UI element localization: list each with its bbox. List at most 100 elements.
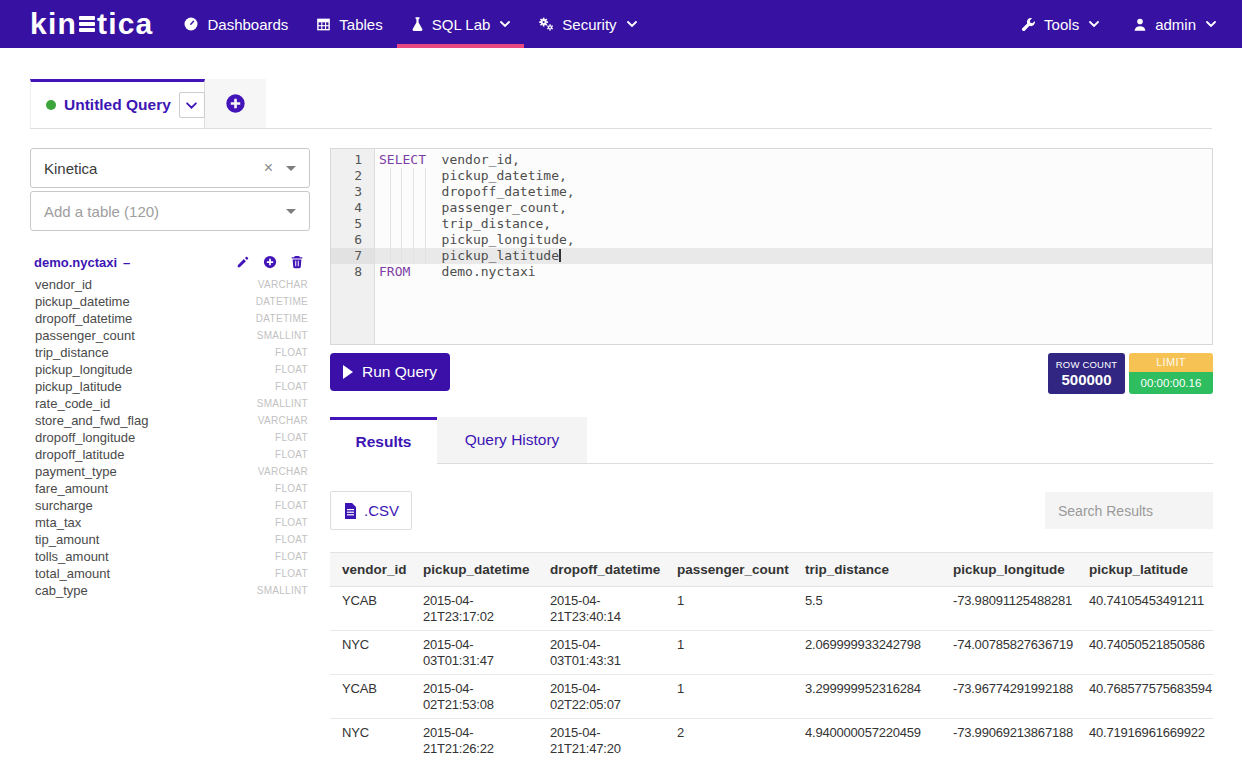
nav-menu: Dashboards Tables SQL Lab Security bbox=[169, 0, 650, 48]
line-number: 2 bbox=[331, 168, 374, 184]
schema-column[interactable]: rate_code_idSMALLINT bbox=[30, 395, 310, 412]
tab-results[interactable]: Results bbox=[330, 417, 437, 464]
export-csv-button[interactable]: .CSV bbox=[330, 491, 412, 530]
table-row[interactable]: YCAB2015-04-02T21:53:082015-04-02T22:05:… bbox=[330, 675, 1213, 719]
results-column-header[interactable]: pickup_latitude bbox=[1077, 553, 1213, 587]
chevron-down-icon bbox=[1206, 21, 1216, 27]
results-column-header[interactable]: pickup_longitude bbox=[941, 553, 1077, 587]
sql-keyword: FROM bbox=[379, 264, 442, 280]
nav-item-security[interactable]: Security bbox=[524, 0, 650, 48]
schema-column[interactable]: mta_taxFLOAT bbox=[30, 514, 310, 531]
text-cursor bbox=[559, 249, 561, 262]
schema-column[interactable]: trip_distanceFLOAT bbox=[30, 344, 310, 361]
nav-item-sql-lab[interactable]: SQL Lab bbox=[397, 0, 525, 48]
line-number: 4 bbox=[331, 200, 374, 216]
trash-icon[interactable] bbox=[290, 255, 304, 269]
table-row[interactable]: NYC2015-04-03T01:31:472015-04-03T01:43:3… bbox=[330, 631, 1213, 675]
results-table: vendor_idpickup_datetimedropoff_datetime… bbox=[330, 552, 1213, 760]
indent-guides bbox=[379, 200, 429, 216]
line-number: 1 bbox=[331, 152, 374, 168]
schema-column[interactable]: surchargeFLOAT bbox=[30, 497, 310, 514]
schema-table-name[interactable]: demo.nyctaxi bbox=[34, 255, 117, 270]
results-column-header[interactable]: trip_distance bbox=[793, 553, 941, 587]
editor-line[interactable]: pickup_longitude, bbox=[375, 232, 1212, 248]
schema-column-list: vendor_idVARCHARpickup_datetimeDATETIMEd… bbox=[30, 276, 310, 599]
indent-guides bbox=[379, 168, 429, 184]
schema-column[interactable]: tolls_amountFLOAT bbox=[30, 548, 310, 565]
dropdown-arrow-icon bbox=[286, 209, 296, 214]
document-icon bbox=[343, 503, 357, 519]
limit-badge: LIMIT 00:00:00.16 bbox=[1129, 353, 1213, 394]
schema-column[interactable]: tip_amountFLOAT bbox=[30, 531, 310, 548]
schema-column[interactable]: fare_amountFLOAT bbox=[30, 480, 310, 497]
tab-menu-button[interactable] bbox=[179, 92, 205, 118]
logo-equals-icon bbox=[79, 13, 95, 35]
editor-line[interactable]: trip_distance, bbox=[375, 216, 1212, 232]
run-query-button[interactable]: Run Query bbox=[330, 353, 450, 391]
schema-column[interactable]: cab_typeSMALLINT bbox=[30, 582, 310, 599]
add-circle-icon[interactable] bbox=[263, 255, 277, 269]
editor-gutter: 12345678 bbox=[331, 149, 375, 344]
chevron-down-icon bbox=[627, 21, 637, 27]
edit-pencil-icon[interactable] bbox=[236, 255, 250, 269]
results-header-row: vendor_idpickup_datetimedropoff_datetime… bbox=[330, 553, 1213, 587]
editor-line[interactable]: FROMdemo.nyctaxi bbox=[375, 264, 1212, 280]
table-icon bbox=[316, 17, 331, 32]
nav-item-tools[interactable]: Tools bbox=[1021, 16, 1099, 33]
schema-column[interactable]: pickup_datetimeDATETIME bbox=[30, 293, 310, 310]
schema-column[interactable]: payment_typeVARCHAR bbox=[30, 463, 310, 480]
result-tabs: Results Query History bbox=[330, 417, 1213, 464]
sql-text: pickup_datetime, bbox=[442, 168, 567, 183]
nav-item-dashboards[interactable]: Dashboards bbox=[169, 0, 302, 48]
schema-column[interactable]: total_amountFLOAT bbox=[30, 565, 310, 582]
sql-keyword: SELECT bbox=[379, 152, 442, 168]
indent-guides bbox=[379, 216, 429, 232]
schema-column[interactable]: passenger_countSMALLINT bbox=[30, 327, 310, 344]
schema-column[interactable]: dropoff_datetimeDATETIME bbox=[30, 310, 310, 327]
results-column-header[interactable]: passenger_count bbox=[665, 553, 793, 587]
schema-column[interactable]: pickup_latitudeFLOAT bbox=[30, 378, 310, 395]
search-results-input[interactable] bbox=[1045, 492, 1213, 529]
new-query-tab-button[interactable] bbox=[205, 79, 266, 128]
kinetica-logo[interactable]: kintica bbox=[30, 7, 153, 41]
editor-line[interactable]: dropoff_datetime, bbox=[375, 184, 1212, 200]
editor-line[interactable]: pickup_latitude bbox=[375, 248, 1212, 264]
schema-column[interactable]: store_and_fwd_flagVARCHAR bbox=[30, 412, 310, 429]
results-column-header[interactable]: pickup_datetime bbox=[411, 553, 538, 587]
sql-editor[interactable]: 12345678 SELECTvendor_id,pickup_datetime… bbox=[330, 148, 1213, 345]
table-row[interactable]: NYC2015-04-21T21:26:222015-04-21T21:47:2… bbox=[330, 719, 1213, 760]
collapse-toggle[interactable]: – bbox=[123, 255, 130, 270]
query-tab-untitled[interactable]: Untitled Query bbox=[30, 79, 205, 128]
datasource-select[interactable]: Kinetica × bbox=[30, 148, 310, 188]
sql-text: pickup_longitude, bbox=[442, 232, 575, 247]
add-table-select[interactable]: Add a table (120) bbox=[30, 191, 310, 231]
unsaved-dot-icon bbox=[46, 100, 56, 110]
table-row[interactable]: YCAB2015-04-21T23:17:022015-04-21T23:40:… bbox=[330, 587, 1213, 631]
schema-column[interactable]: dropoff_longitudeFLOAT bbox=[30, 429, 310, 446]
indent-guides bbox=[379, 232, 429, 248]
editor-line[interactable]: pickup_datetime, bbox=[375, 168, 1212, 184]
chevron-down-icon bbox=[186, 102, 197, 109]
nav-item-admin[interactable]: admin bbox=[1133, 16, 1216, 33]
clear-icon[interactable]: × bbox=[264, 159, 273, 177]
schema-column[interactable]: vendor_idVARCHAR bbox=[30, 276, 310, 293]
nav-item-tables[interactable]: Tables bbox=[302, 0, 396, 48]
tab-query-history[interactable]: Query History bbox=[437, 417, 587, 464]
sql-text: trip_distance, bbox=[442, 216, 552, 231]
schema-column[interactable]: pickup_longitudeFLOAT bbox=[30, 361, 310, 378]
sidebar: Kinetica × Add a table (120) demo.nyctax… bbox=[30, 148, 310, 599]
editor-code[interactable]: SELECTvendor_id,pickup_datetime,dropoff_… bbox=[375, 149, 1212, 344]
schema-column[interactable]: dropoff_latitudeFLOAT bbox=[30, 446, 310, 463]
wrench-icon bbox=[1021, 17, 1036, 32]
line-number: 8 bbox=[331, 264, 374, 280]
results-column-header[interactable]: dropoff_datetime bbox=[538, 553, 665, 587]
editor-line[interactable]: SELECTvendor_id, bbox=[375, 152, 1212, 168]
line-number: 3 bbox=[331, 184, 374, 200]
indent-guides bbox=[379, 184, 429, 200]
chevron-down-icon bbox=[500, 21, 510, 27]
results-column-header[interactable]: vendor_id bbox=[330, 553, 411, 587]
editor-line[interactable]: passenger_count, bbox=[375, 200, 1212, 216]
play-icon bbox=[343, 365, 353, 379]
sql-text: pickup_latitude bbox=[442, 248, 559, 263]
dashboard-icon bbox=[183, 16, 199, 32]
